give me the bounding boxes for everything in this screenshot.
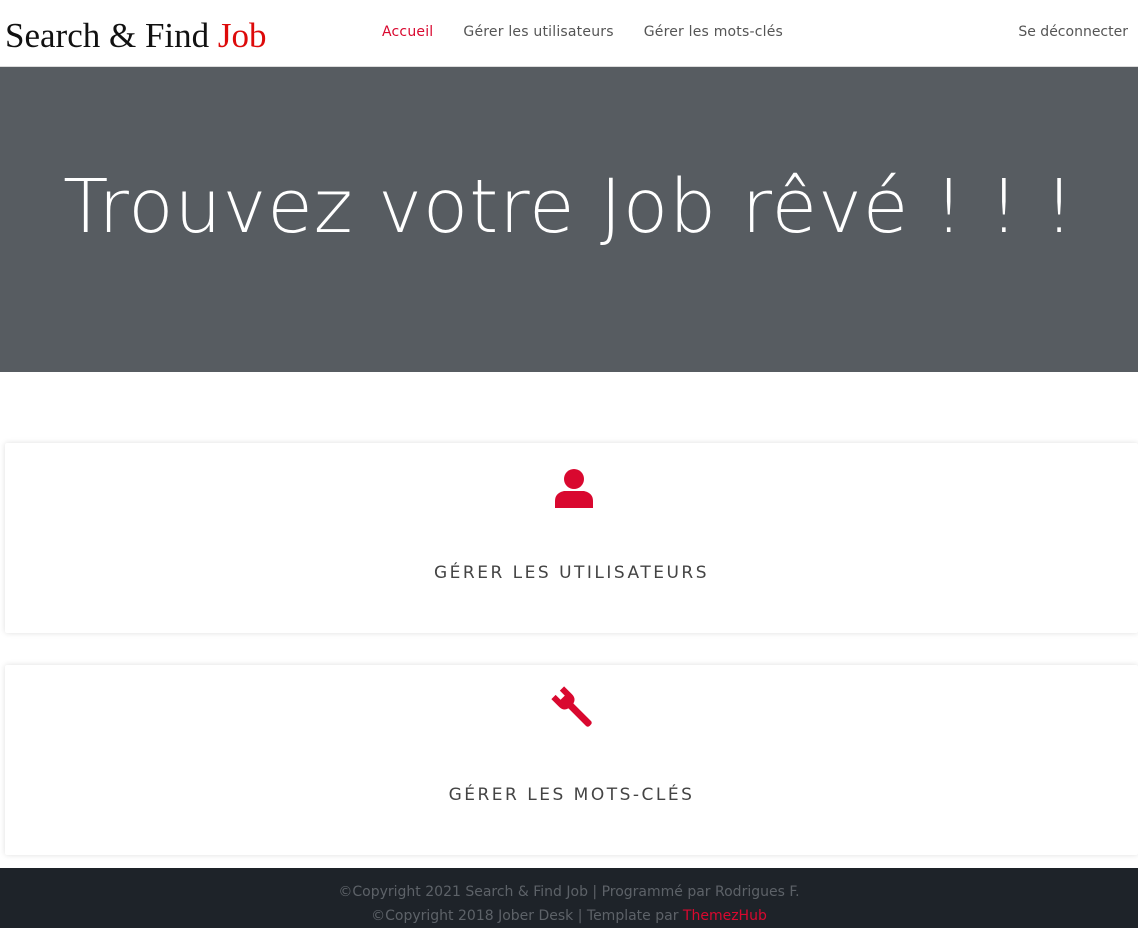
nav-item-accueil[interactable]: Accueil: [382, 23, 433, 41]
footer-copyright-2: ©Copyright 2018 Jober Desk | Template pa…: [0, 907, 1138, 925]
logout-link[interactable]: Se déconnecter: [1018, 23, 1128, 41]
brand-accent: Job: [217, 16, 267, 55]
nav-item-gerer-utilisateurs[interactable]: Gérer les utilisateurs: [463, 23, 613, 41]
manage-keywords-label: GÉRER LES MOTS-CLÉS: [448, 785, 695, 805]
footer-copyright-2-text: ©Copyright 2018 Jober Desk | Template pa…: [371, 908, 683, 924]
hero-banner: Trouvez votre Job rêvé ! ! !: [0, 67, 1138, 372]
navbar: Search & Find Job Accueil Gérer les util…: [0, 0, 1138, 67]
manage-keywords-card[interactable]: GÉRER LES MOTS-CLÉS: [5, 665, 1138, 855]
themezhub-link[interactable]: ThemezHub: [683, 908, 767, 924]
manage-users-label: GÉRER LES UTILISATEURS: [433, 563, 709, 583]
manage-users-card[interactable]: GÉRER LES UTILISATEURS: [5, 443, 1138, 633]
user-icon: [555, 469, 593, 508]
site-logo[interactable]: Search & Find Job: [5, 14, 267, 58]
main-nav: Accueil Gérer les utilisateurs Gérer les…: [382, 23, 783, 41]
wrench-icon: [551, 686, 592, 727]
footer: ©Copyright 2021 Search & Find Job | Prog…: [0, 868, 1138, 928]
nav-item-gerer-mots-cles[interactable]: Gérer les mots-clés: [644, 23, 783, 41]
brand-name: Search & Find: [5, 16, 218, 55]
footer-copyright-1: ©Copyright 2021 Search & Find Job | Prog…: [338, 884, 800, 900]
hero-title: Trouvez votre Job rêvé ! ! !: [63, 164, 1075, 250]
